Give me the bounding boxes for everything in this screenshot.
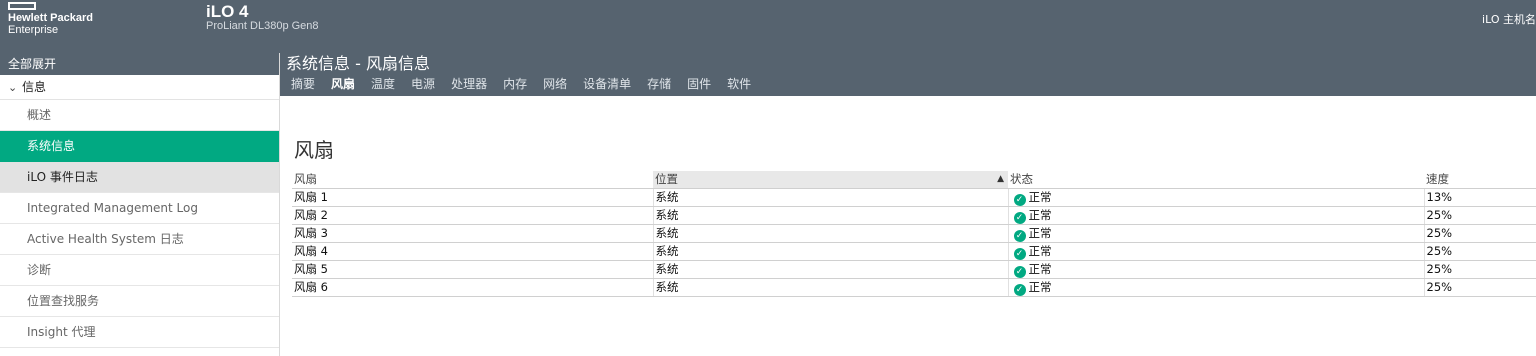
- sidebar-item-overview[interactable]: 概述: [0, 100, 279, 131]
- table-row: 风扇 4 系统 ✓ 正常 25%: [292, 242, 1536, 261]
- tab-summary[interactable]: 摘要: [291, 75, 315, 93]
- brand-line1: Hewlett Packard: [8, 12, 93, 24]
- sidebar-item-ilo-event-log[interactable]: iLO 事件日志: [0, 162, 279, 193]
- fan-status-cell: ✓ 正常: [1008, 260, 1425, 279]
- sidebar-item-location-discovery[interactable]: 位置查找服务: [0, 286, 279, 317]
- tab-device-inventory[interactable]: 设备清单: [583, 75, 631, 93]
- expand-all-link[interactable]: 全部展开: [0, 53, 279, 75]
- sidebar-item-ahs-log[interactable]: Active Health System 日志: [0, 224, 279, 255]
- table-row: 风扇 3 系统 ✓ 正常 25%: [292, 224, 1536, 243]
- column-header-label: 状态: [1010, 172, 1033, 187]
- sidebar-section-info[interactable]: ⌄ 信息: [0, 75, 279, 100]
- column-header-label: 风扇: [294, 172, 317, 187]
- tab-software[interactable]: 软件: [727, 75, 751, 93]
- section-title: 风扇: [294, 138, 334, 162]
- check-circle-icon: ✓: [1013, 247, 1026, 260]
- chevron-down-icon: ⌄: [8, 81, 18, 94]
- check-circle-icon: ✓: [1013, 229, 1026, 242]
- fan-status-text: 正常: [1028, 225, 1052, 240]
- fan-location-cell: 系统: [653, 278, 1009, 297]
- fan-location-cell: 系统: [653, 242, 1009, 261]
- fan-speed-cell: 13%: [1424, 188, 1536, 207]
- fan-name-cell: 风扇 3: [292, 224, 654, 243]
- fan-name-cell: 风扇 6: [292, 278, 654, 297]
- check-circle-icon: ✓: [1013, 211, 1026, 224]
- table-row: 风扇 1 系统 ✓ 正常 13%: [292, 188, 1536, 207]
- fan-status-cell: ✓ 正常: [1008, 242, 1425, 261]
- fan-name-cell: 风扇 5: [292, 260, 654, 279]
- tab-temperature[interactable]: 温度: [371, 75, 395, 93]
- tab-memory[interactable]: 内存: [503, 75, 527, 93]
- page-title: 系统信息 - 风扇信息: [286, 54, 430, 73]
- fan-location-cell: 系统: [653, 260, 1009, 279]
- fan-speed-cell: 25%: [1424, 260, 1536, 279]
- table-header-row: 风扇 位置 ▲ 状态 速度: [292, 171, 1536, 189]
- sidebar: 全部展开 ⌄ 信息 概述 系统信息 iLO 事件日志 Integrated Man…: [0, 53, 280, 356]
- fan-status-cell: ✓ 正常: [1008, 224, 1425, 243]
- fan-name-cell: 风扇 4: [292, 242, 654, 261]
- column-header-location[interactable]: 位置 ▲: [653, 171, 1008, 189]
- fan-status-text: 正常: [1028, 207, 1052, 222]
- fan-location-cell: 系统: [653, 188, 1009, 207]
- tab-power[interactable]: 电源: [411, 75, 435, 93]
- brand-line2: Enterprise: [8, 24, 59, 36]
- hpe-logo-mark: [8, 2, 36, 10]
- top-bar: Hewlett Packard Enterprise iLO 4 ProLian…: [0, 0, 1536, 53]
- column-header-label: 位置: [655, 172, 678, 187]
- hpe-logo: Hewlett Packard Enterprise: [8, 2, 93, 36]
- tab-processors[interactable]: 处理器: [451, 75, 487, 93]
- tab-fans[interactable]: 风扇: [331, 75, 355, 93]
- sidebar-item-insight-agent[interactable]: Insight 代理: [0, 317, 279, 348]
- app-title: iLO 4: [206, 2, 249, 21]
- sort-ascending-icon: ▲: [997, 174, 1004, 184]
- column-header-label: 速度: [1426, 172, 1449, 187]
- main-content: 风扇 风扇 位置 ▲ 状态 速度 风扇 1 系统 ✓ 正常 13% 风扇 2 系…: [280, 96, 1536, 356]
- fan-status-cell: ✓ 正常: [1008, 188, 1425, 207]
- fan-status-text: 正常: [1028, 261, 1052, 276]
- check-circle-icon: ✓: [1013, 193, 1026, 206]
- fan-status-cell: ✓ 正常: [1008, 278, 1425, 297]
- tab-bar: 摘要 风扇 温度 电源 处理器 内存 网络 设备清单 存储 固件 软件: [291, 75, 767, 93]
- fan-speed-cell: 25%: [1424, 242, 1536, 261]
- table-row: 风扇 6 系统 ✓ 正常 25%: [292, 278, 1536, 297]
- table-row: 风扇 2 系统 ✓ 正常 25%: [292, 206, 1536, 225]
- fan-name-cell: 风扇 1: [292, 188, 654, 207]
- fan-status-text: 正常: [1028, 243, 1052, 258]
- fan-speed-cell: 25%: [1424, 278, 1536, 297]
- tab-storage[interactable]: 存储: [647, 75, 671, 93]
- sidebar-section-label: 信息: [22, 80, 47, 94]
- fan-speed-cell: 25%: [1424, 224, 1536, 243]
- fan-name-cell: 风扇 2: [292, 206, 654, 225]
- fan-status-text: 正常: [1028, 279, 1052, 294]
- tab-firmware[interactable]: 固件: [687, 75, 711, 93]
- column-header-speed[interactable]: 速度: [1424, 171, 1536, 189]
- check-circle-icon: ✓: [1013, 283, 1026, 296]
- fan-status-cell: ✓ 正常: [1008, 206, 1425, 225]
- check-circle-icon: ✓: [1013, 265, 1026, 278]
- fan-speed-cell: 25%: [1424, 206, 1536, 225]
- host-label[interactable]: iLO 主机名: [1482, 11, 1536, 27]
- main-header: 系统信息 - 风扇信息 摘要 风扇 温度 电源 处理器 内存 网络 设备清单 存…: [280, 53, 1536, 96]
- table-row: 风扇 5 系统 ✓ 正常 25%: [292, 260, 1536, 279]
- column-header-status[interactable]: 状态: [1008, 171, 1424, 189]
- sidebar-item-iml[interactable]: Integrated Management Log: [0, 193, 279, 224]
- fan-location-cell: 系统: [653, 206, 1009, 225]
- sidebar-item-system-info[interactable]: 系统信息: [0, 131, 279, 162]
- fans-table: 风扇 位置 ▲ 状态 速度 风扇 1 系统 ✓ 正常 13% 风扇 2 系统 ✓ 正常…: [292, 171, 1536, 297]
- fan-location-cell: 系统: [653, 224, 1009, 243]
- app-subtitle: ProLiant DL380p Gen8: [206, 20, 319, 32]
- sidebar-item-diagnostics[interactable]: 诊断: [0, 255, 279, 286]
- tab-network[interactable]: 网络: [543, 75, 567, 93]
- column-header-fan[interactable]: 风扇: [292, 171, 653, 189]
- fan-status-text: 正常: [1028, 189, 1052, 204]
